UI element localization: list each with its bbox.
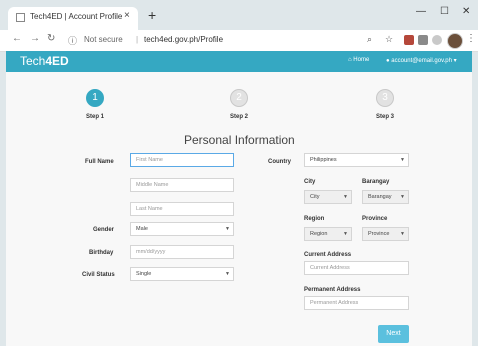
app-header: Tech4ED ⌂ Home ● account@email.gov.ph ▾ — [6, 51, 472, 72]
country-label: Country — [268, 159, 291, 165]
browser-toolbar: ← → ↻ ⓘ Not secure | tech4ed.gov.ph/Prof… — [0, 30, 478, 52]
extension-icon[interactable] — [432, 35, 442, 45]
minimize-button[interactable]: — — [416, 6, 426, 17]
close-window-button[interactable]: ✕ — [462, 6, 470, 17]
step-2-circle[interactable]: 2 — [230, 89, 248, 107]
civil-status-label: Civil Status — [82, 272, 115, 278]
brand-logo[interactable]: Tech4ED — [20, 54, 69, 68]
country-value: Philippines — [310, 157, 337, 163]
extension-icon[interactable] — [404, 35, 414, 45]
region-label: Region — [304, 216, 325, 222]
zoom-icon[interactable]: ⌕ — [367, 34, 372, 45]
middle-name-input[interactable]: Middle Name — [130, 178, 234, 192]
menu-dots-icon[interactable]: ⋮ — [466, 33, 476, 44]
province-label: Province — [362, 216, 388, 222]
step-2-label: Step 2 — [230, 114, 249, 120]
region-select[interactable]: Region ▼ — [304, 227, 352, 241]
tab-close-icon[interactable]: × — [124, 10, 130, 21]
step-3-label: Step 3 — [376, 114, 395, 120]
stepper: 1 Step 1 2 Step 2 3 Step 3 — [6, 72, 472, 122]
chevron-down-icon: ▼ — [343, 231, 348, 237]
not-secure-label: Not secure — [84, 35, 123, 44]
back-arrow-icon[interactable]: ← — [12, 33, 22, 44]
full-name-label: Full Name — [85, 159, 114, 165]
nav-user-menu[interactable]: ● account@email.gov.ph ▾ — [386, 57, 457, 64]
birthday-label: Birthday — [89, 250, 114, 256]
step-3-circle[interactable]: 3 — [376, 89, 394, 107]
first-name-placeholder: First Name — [136, 157, 163, 163]
chevron-down-icon: ▼ — [400, 194, 405, 200]
next-button[interactable]: Next — [378, 325, 409, 343]
url-text[interactable]: tech4ed.gov.ph/Profile — [144, 35, 223, 44]
info-icon[interactable]: ⓘ — [68, 34, 77, 47]
city-value: City — [310, 194, 320, 200]
browser-titlebar: Tech4ED | Account Profile × + — ☐ ✕ — [0, 0, 478, 30]
middle-name-placeholder: Middle Name — [136, 182, 169, 188]
chevron-down-icon: ▼ — [225, 226, 230, 232]
brand-prefix: Tech — [20, 54, 46, 68]
step-1-label: Step 1 — [86, 114, 105, 120]
gender-value: Male — [136, 226, 148, 232]
permanent-address-label: Permanent Address — [304, 287, 361, 293]
maximize-button[interactable]: ☐ — [440, 6, 449, 17]
browser-tab[interactable]: Tech4ED | Account Profile × — [8, 7, 138, 30]
province-select[interactable]: Province ▼ — [362, 227, 409, 241]
bookmark-star-icon[interactable]: ☆ — [385, 34, 393, 45]
chevron-down-icon: ▼ — [225, 271, 230, 277]
region-value: Region — [310, 231, 328, 237]
nav-user-label: account@email.gov.ph — [391, 58, 452, 64]
extension-icon[interactable] — [418, 35, 428, 45]
forward-arrow-icon[interactable]: → — [30, 33, 40, 44]
url-separator: | — [136, 35, 139, 44]
new-tab-button[interactable]: + — [148, 8, 156, 22]
permanent-address-input[interactable]: Permanent Address — [304, 296, 409, 310]
brand-bold: 4ED — [45, 54, 69, 68]
current-address-input[interactable]: Current Address — [304, 261, 409, 275]
nav-home-link[interactable]: ⌂ Home — [348, 57, 369, 63]
province-value: Province — [368, 231, 390, 237]
civil-status-value: Single — [136, 271, 152, 277]
chevron-down-icon: ▼ — [400, 157, 405, 163]
birthday-input[interactable]: mm/dd/yyyy — [130, 245, 234, 259]
first-name-input[interactable]: First Name — [130, 153, 234, 167]
address-bar[interactable]: ⓘ Not secure | tech4ed.gov.ph/Profile — [64, 32, 364, 48]
gender-label: Gender — [93, 227, 115, 233]
last-name-input[interactable]: Last Name — [130, 202, 234, 216]
permanent-address-placeholder: Permanent Address — [310, 300, 359, 306]
reload-icon[interactable]: ↻ — [47, 33, 55, 44]
civil-status-select[interactable]: Single ▼ — [130, 267, 234, 281]
profile-avatar[interactable] — [447, 33, 463, 49]
country-select[interactable]: Philippines ▼ — [304, 153, 409, 167]
chevron-down-icon: ▼ — [400, 231, 405, 237]
current-address-label: Current Address — [304, 252, 352, 258]
city-select[interactable]: City ▼ — [304, 190, 352, 204]
last-name-placeholder: Last Name — [136, 206, 163, 212]
current-address-placeholder: Current Address — [310, 265, 350, 271]
page-icon — [16, 13, 25, 22]
gender-select[interactable]: Male ▼ — [130, 222, 234, 236]
chevron-down-icon: ▼ — [343, 194, 348, 200]
page-title: Personal Information — [184, 133, 295, 147]
main-content: 1 Step 1 2 Step 2 3 Step 3 Personal Info… — [6, 72, 472, 346]
barangay-label: Barangay — [362, 179, 390, 185]
barangay-value: Barangay — [368, 194, 392, 200]
step-1-circle[interactable]: 1 — [86, 89, 104, 107]
tab-title: Tech4ED | Account Profile — [30, 12, 123, 21]
city-label: City — [304, 179, 316, 185]
nav-home-label: Home — [353, 57, 370, 63]
birthday-placeholder: mm/dd/yyyy — [136, 249, 166, 255]
barangay-select[interactable]: Barangay ▼ — [362, 190, 409, 204]
